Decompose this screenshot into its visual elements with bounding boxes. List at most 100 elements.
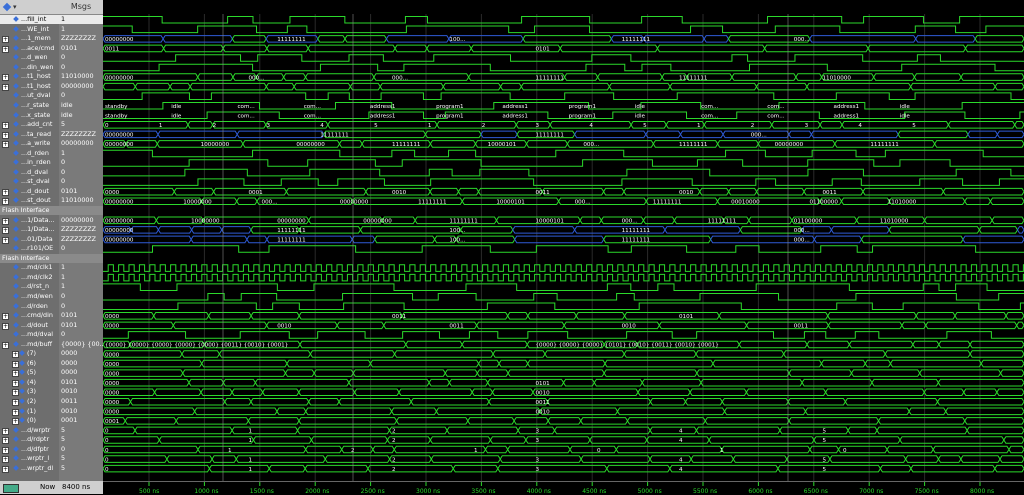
expand-icon[interactable]: + — [12, 418, 19, 426]
signal-name-row[interactable]: ...d_rden — [0, 149, 59, 158]
logic-wave — [103, 245, 1024, 253]
bus-value-label: program1 — [436, 114, 464, 120]
signal-name-row[interactable]: ...d/rst_n — [0, 282, 59, 291]
expand-icon[interactable]: + — [2, 131, 9, 139]
signal-name-row[interactable]: ...ut_dval — [0, 91, 59, 100]
bus-value-label: 00010000 — [731, 199, 760, 205]
signal-name-row[interactable]: ...st_dval — [0, 177, 59, 186]
signal-name-row[interactable]: + (3) — [0, 387, 59, 397]
signal-name-row[interactable]: ...md/clk2 — [0, 273, 59, 282]
signal-name-row[interactable]: + (1) — [0, 407, 59, 416]
signal-name-row[interactable]: + ...d_dout — [0, 187, 59, 196]
expand-icon[interactable]: + — [2, 236, 9, 244]
expand-icon[interactable]: + — [12, 360, 19, 368]
signal-value: 0 — [61, 62, 66, 71]
signal-name-row[interactable]: ...md/clk1 — [0, 263, 59, 272]
signal-name-row[interactable]: + ...a_write — [0, 139, 59, 149]
expand-icon[interactable]: + — [12, 408, 19, 416]
expand-icon[interactable]: + — [2, 437, 9, 445]
signal-name-row[interactable]: ...d/rden — [0, 302, 59, 311]
expand-icon[interactable]: + — [2, 217, 9, 225]
signal-name-row[interactable]: + ...ta_read — [0, 130, 59, 139]
bus-value-label: 00000000 — [105, 75, 134, 81]
toolbar-dropdown-icon[interactable]: ▾ — [13, 0, 17, 14]
expand-icon[interactable]: + — [2, 141, 9, 149]
signal-name-row[interactable]: ...in_rden — [0, 158, 59, 167]
signal-name-row[interactable]: + ...d/rdptr — [0, 435, 59, 445]
expand-icon[interactable]: + — [2, 188, 9, 196]
toolbar-diamond-icon[interactable] — [2, 2, 12, 12]
expand-icon[interactable]: + — [2, 36, 9, 44]
expand-icon[interactable]: + — [2, 122, 9, 130]
signal-name-row[interactable]: + ...cmd/din — [0, 311, 59, 321]
signal-name-row[interactable]: + ...t1_host — [0, 82, 59, 91]
signal-name-row[interactable]: + ...1/Data... — [0, 216, 59, 225]
signal-name-row[interactable]: ...fill_int — [0, 15, 59, 24]
signal-value: 0 — [61, 330, 66, 339]
signal-name-row[interactable]: ...WE_int — [0, 25, 59, 34]
signal-name-row[interactable]: ...md/dval — [0, 330, 59, 339]
bus-value-label: 0000 — [105, 400, 120, 406]
signal-name-row[interactable]: + ...add_cnt — [0, 120, 59, 130]
expand-icon[interactable]: + — [2, 427, 9, 435]
signal-name-row[interactable]: + (0) — [0, 416, 59, 426]
time-axis[interactable]: 500 ns 1000 ns 1500 ns 2000 ns 2500 ns 3000 n… — [103, 481, 1024, 495]
signal-name-row[interactable]: + ...st_dout — [0, 196, 59, 206]
signal-name-row[interactable]: + (7) — [0, 349, 59, 359]
signal-name: ...d/wrptr — [21, 425, 51, 434]
expand-icon[interactable]: + — [12, 399, 19, 406]
signal-name-row[interactable]: + ...1/Data... — [0, 225, 59, 235]
signal-name-row[interactable]: ...d_wen — [0, 53, 59, 62]
expand-icon[interactable]: + — [2, 313, 9, 321]
expand-icon[interactable]: + — [2, 227, 9, 235]
signal-name-row[interactable]: + ...01/Data — [0, 235, 59, 244]
now-icons[interactable] — [3, 484, 19, 493]
signal-diamond-icon — [13, 73, 19, 80]
signal-name-row[interactable]: + ...wrptr_l — [0, 454, 59, 464]
signal-name-row[interactable]: + (4) — [0, 378, 59, 387]
expand-icon[interactable]: + — [2, 83, 9, 91]
expand-icon[interactable]: + — [12, 379, 19, 387]
bus-value-label: 4 — [679, 457, 683, 463]
signal-diamond-icon — [19, 379, 25, 385]
signal-name-row[interactable]: ...x_state — [0, 111, 59, 120]
bus-wave — [103, 350, 1024, 358]
expand-icon[interactable]: + — [2, 45, 9, 53]
signal-name-row[interactable]: Flash Interface — [0, 206, 59, 215]
signal-diamond-icon — [13, 321, 19, 328]
signal-name-row[interactable]: + ...d/dout — [0, 321, 59, 330]
signal-name-row[interactable]: + ...d/dfptr — [0, 445, 59, 454]
expand-icon[interactable]: + — [2, 322, 9, 330]
signal-name-row[interactable]: ...r_state — [0, 101, 59, 110]
signal-name-row[interactable]: + (6) — [0, 359, 59, 368]
signal-name: (3) — [27, 387, 37, 396]
bus-value-label: 0011 — [392, 314, 407, 320]
expand-icon[interactable]: + — [2, 341, 9, 349]
signal-name-row[interactable]: Flash Interface — [0, 253, 59, 263]
expand-icon[interactable]: + — [2, 465, 9, 473]
bus-value-label: 000... — [392, 75, 408, 81]
signal-name-row[interactable]: + (2) — [0, 397, 59, 406]
signal-value: 1 — [61, 263, 66, 272]
waveform-canvas[interactable]: 00000000 11111111 100... 11111111 000...0011… — [103, 14, 1024, 481]
signal-name-row[interactable]: + ...1_mem — [0, 34, 59, 44]
expand-icon[interactable]: + — [2, 198, 9, 206]
signal-name-row[interactable]: + (5) — [0, 368, 59, 378]
signal-name-row[interactable]: + ...d/wrptr — [0, 426, 59, 435]
signal-diamond-icon — [13, 188, 19, 194]
expand-icon[interactable]: + — [2, 74, 9, 82]
expand-icon[interactable]: + — [2, 446, 9, 454]
signal-name-row[interactable]: ...din_wen — [0, 63, 59, 72]
now-row: Now 8400 ns — [0, 481, 103, 494]
expand-icon[interactable]: + — [2, 456, 9, 464]
names-toolbar[interactable]: ▾ — [0, 0, 59, 15]
signal-name-row[interactable]: + ...ace/cmd — [0, 44, 59, 53]
bus-wave — [103, 197, 1024, 205]
signal-name-row[interactable]: ...md/wen — [0, 292, 59, 301]
signal-name-row[interactable]: ...r101/OE — [0, 244, 59, 253]
signal-name-row[interactable]: + ...md/buff — [0, 340, 59, 349]
signal-name-row[interactable]: + ...wrptr_dl — [0, 464, 59, 473]
bus-value-label: idle — [635, 114, 646, 120]
signal-name-row[interactable]: ...d_dval — [0, 168, 59, 177]
signal-name-row[interactable]: + ...t1_host — [0, 72, 59, 82]
